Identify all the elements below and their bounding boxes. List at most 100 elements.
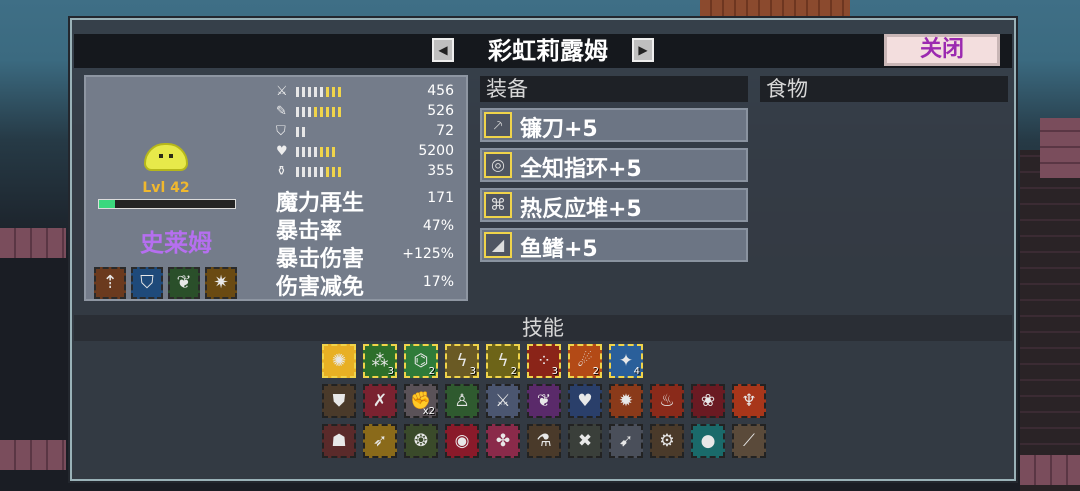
sun-gear-icon[interactable]: ✹: [609, 384, 643, 418]
reactor-icon: ⌘: [484, 192, 512, 218]
stat-bar-gold: [314, 107, 344, 117]
skill-glyph: ♨: [659, 391, 675, 411]
skill-glyph: ➹: [618, 431, 634, 451]
prev-character-button[interactable]: ◀: [432, 38, 454, 62]
red-sparks-icon[interactable]: ⁘ 3: [527, 344, 561, 378]
next-character-button[interactable]: ▶: [632, 38, 654, 62]
equipment-name: 镰刀+5: [520, 117, 598, 142]
skill-glyph: ☄: [577, 351, 593, 371]
ring-icon: ◎: [484, 152, 512, 178]
character-name: 史莱姆: [140, 229, 212, 257]
crest-shield-icon[interactable]: ⛊: [322, 384, 356, 418]
skill-glyph: ◉: [454, 431, 470, 451]
skill-count: 2: [510, 366, 517, 377]
stat-row: ♥ 5200: [276, 143, 456, 161]
skill-glyph: ●: [700, 431, 716, 451]
equipment-slot[interactable]: ◢ 鱼鳍+5: [480, 228, 748, 262]
sword-slash-icon[interactable]: ⟋: [732, 424, 766, 458]
house-roof: [700, 0, 850, 16]
stat-bar: [296, 147, 338, 157]
skill-glyph: ✖: [577, 431, 593, 451]
flame-icon[interactable]: ♨: [650, 384, 684, 418]
equipment-slot[interactable]: ⸕ 镰刀+5: [480, 108, 748, 142]
equipment-slot[interactable]: ◎ 全知指环+5: [480, 148, 748, 182]
potion-icon: ⚱: [276, 164, 287, 179]
close-button[interactable]: 关闭: [884, 34, 1000, 66]
equipment-slot[interactable]: ⌘ 热反应堆+5: [480, 188, 748, 222]
ghost-blade-icon[interactable]: ⚔: [486, 384, 520, 418]
green-dots-icon[interactable]: ⁂ 3: [363, 344, 397, 378]
sun-icon[interactable]: ✷: [205, 267, 237, 299]
fin-icon: ◢: [484, 232, 512, 258]
red-eye-icon[interactable]: ◉: [445, 424, 479, 458]
stats-panel: Lvl 42 史莱姆 ⇡ ⛉ ❦ ✷ ⚔ 456 ✎ 526 ⛉ 72 ♥ 5200 ⚱ 355 魔力再…: [84, 75, 468, 301]
green-bounce-icon[interactable]: ⌬ 2: [404, 344, 438, 378]
green-figure-icon[interactable]: ♙: [445, 384, 479, 418]
axe-up-icon[interactable]: ⇡: [94, 267, 126, 299]
red-orb-icon[interactable]: ●: [691, 424, 725, 458]
sword-icon: ⚔: [276, 84, 288, 99]
stat-value: 72: [436, 123, 454, 139]
shield-icon: ⛉: [276, 124, 286, 139]
stat-value: 526: [427, 103, 454, 119]
fist-icon[interactable]: ✊ x2: [404, 384, 438, 418]
skill-glyph: ❂: [413, 431, 429, 451]
stat-bar: [296, 167, 344, 177]
skill-glyph: ⁂: [371, 351, 389, 371]
ice-shard-icon[interactable]: ✦ 4: [609, 344, 643, 378]
equipment-name: 热反应堆+5: [520, 197, 642, 222]
skill-count: 2: [592, 366, 599, 377]
slime-avatar: [144, 143, 188, 171]
wreath-icon[interactable]: ❂: [404, 424, 438, 458]
rainbow-burst-icon[interactable]: ✺: [322, 344, 356, 378]
rocket-icon[interactable]: ➹: [609, 424, 643, 458]
skill-glyph: ϟ: [497, 351, 509, 371]
lightning-icon[interactable]: ϟ3: [445, 344, 479, 378]
red-flower-icon[interactable]: ❀: [691, 384, 725, 418]
skill-glyph: ❦: [536, 391, 552, 411]
skill-count: x2: [422, 406, 435, 417]
skill-glyph: ⁘: [536, 351, 552, 371]
skill-glyph: ☗: [331, 431, 347, 451]
skill-glyph: ✹: [618, 391, 634, 411]
attribute-value: +125%: [402, 246, 454, 262]
stat-bar-gold: [326, 167, 344, 177]
xp-bar: [98, 199, 236, 209]
skill-glyph: ♆: [741, 391, 757, 411]
blue-heart-icon[interactable]: ♥: [568, 384, 602, 418]
attribute-row: 暴击率 47%: [276, 213, 456, 244]
pink-paw-icon[interactable]: ✤: [486, 424, 520, 458]
demon-mask-icon[interactable]: ☗: [322, 424, 356, 458]
skill-glyph: ✗: [372, 391, 388, 411]
purple-wings-icon[interactable]: ❦: [527, 384, 561, 418]
skill-glyph: ⚗: [536, 431, 552, 451]
golden-arrow-icon[interactable]: ➶: [363, 424, 397, 458]
skill-glyph: ⛊: [332, 391, 346, 411]
equipment-name: 全知指环+5: [520, 157, 642, 182]
spell-icon: ✎: [276, 104, 287, 119]
phoenix-icon[interactable]: ♆: [732, 384, 766, 418]
stat-row: ⚔ 456: [276, 83, 456, 101]
cave-wall: [1020, 150, 1080, 491]
skill-glyph: ➶: [372, 431, 388, 451]
stat-row: ⛉ 72: [276, 123, 456, 141]
bottles-icon[interactable]: ⚗: [527, 424, 561, 458]
lightning-strike-icon[interactable]: ϟ2: [486, 344, 520, 378]
attribute-label: 伤害减免: [276, 275, 365, 300]
stat-bar: [296, 107, 344, 117]
brick-ledge: [0, 440, 66, 470]
skill-glyph: ⚙: [659, 431, 675, 451]
attribute-value: 171: [427, 190, 454, 206]
red-claw-icon[interactable]: ✗: [363, 384, 397, 418]
crossed-blades-icon[interactable]: ✖: [568, 424, 602, 458]
fireball-icon[interactable]: ☄ 2: [568, 344, 602, 378]
status-badges: ⇡ ⛉ ❦ ✷: [94, 267, 242, 299]
leaf-shield-icon[interactable]: ❦: [168, 267, 200, 299]
level-label: Lvl 42: [142, 180, 190, 196]
shield-drop-icon[interactable]: ⛉: [131, 267, 163, 299]
stat-bar: [296, 127, 308, 137]
attribute-row: 伤害减免 17%: [276, 269, 456, 300]
brick-ledge: [1040, 118, 1080, 178]
skill-glyph: ❀: [700, 391, 716, 411]
gear-wreath-icon[interactable]: ⚙: [650, 424, 684, 458]
